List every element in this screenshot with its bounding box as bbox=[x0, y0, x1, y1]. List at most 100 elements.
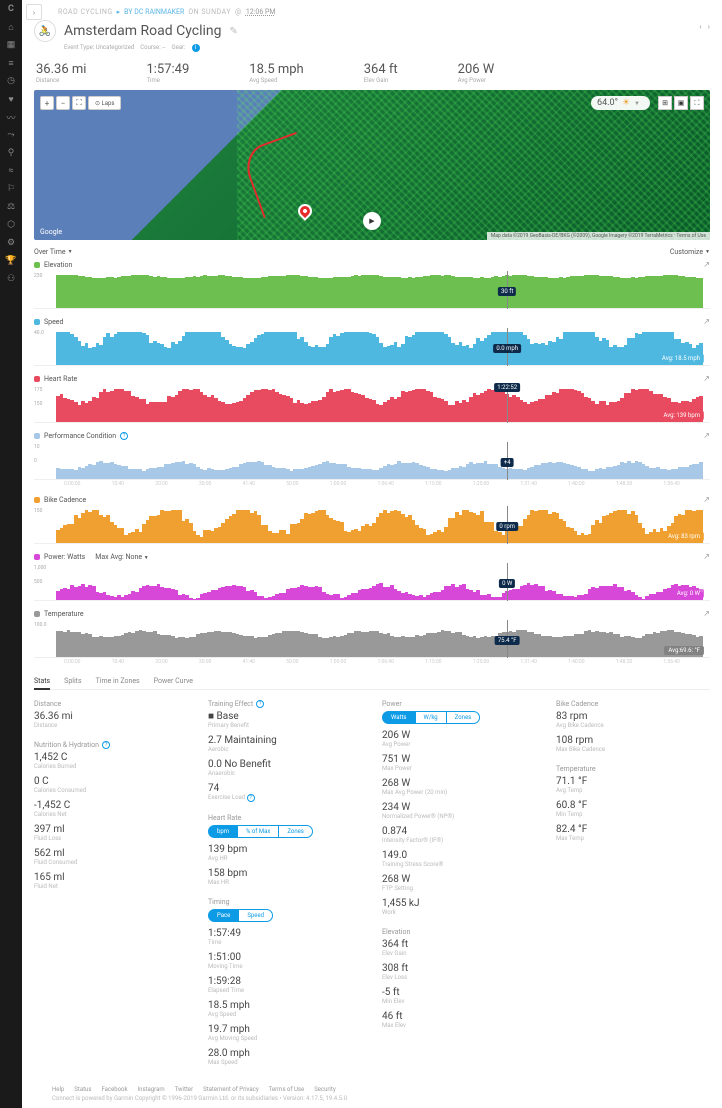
feed-icon[interactable]: ≡ bbox=[6, 58, 16, 68]
expand-chart-button[interactable]: ↗ bbox=[703, 609, 710, 618]
logo-icon[interactable]: C bbox=[6, 4, 16, 14]
next-activity-button[interactable]: › bbox=[708, 22, 710, 31]
layer-1-button[interactable]: ⊞ bbox=[658, 96, 672, 110]
chart-body[interactable]: 1,000500 0 WAvg: 0 W bbox=[34, 563, 710, 601]
zoom-out-button[interactable]: − bbox=[56, 96, 70, 110]
info-icon[interactable]: ? bbox=[256, 700, 264, 708]
footer-link-security[interactable]: Security bbox=[314, 1086, 336, 1093]
stat-item: 751 WMax Power bbox=[382, 754, 536, 772]
footer-link-help[interactable]: Help bbox=[52, 1086, 64, 1093]
footer-link-terms-of-use[interactable]: Terms of Use bbox=[269, 1086, 305, 1093]
footer-link-facebook[interactable]: Facebook bbox=[101, 1086, 127, 1093]
pill-bpm[interactable]: bpm bbox=[208, 825, 238, 838]
heart-icon[interactable]: ♥ bbox=[6, 94, 16, 104]
expand-chart-button[interactable]: ↗ bbox=[703, 431, 710, 440]
stat-label: Elev Gain bbox=[382, 950, 536, 957]
edit-title-button[interactable]: ✎ bbox=[230, 26, 238, 37]
stat-label: Fluid Consumed bbox=[34, 859, 188, 866]
pill-ofmax[interactable]: % of Max bbox=[238, 825, 279, 838]
chart-body[interactable]: 150 0 rpmAvg: 83 rpm bbox=[34, 506, 710, 544]
expand-chart-button[interactable]: ↗ bbox=[703, 552, 710, 561]
challenges-icon[interactable]: ◷ bbox=[6, 76, 16, 86]
info-icon[interactable]: ? bbox=[247, 794, 255, 802]
pill-wkg[interactable]: W/kg bbox=[416, 711, 447, 724]
stat-item: 71.1 °FAvg Temp bbox=[556, 776, 710, 794]
layer-2-button[interactable]: ▣ bbox=[674, 96, 688, 110]
weight-icon[interactable]: ⚖ bbox=[6, 202, 16, 212]
swim-icon[interactable]: ≈ bbox=[6, 166, 16, 176]
y-tick: 230 bbox=[34, 273, 42, 279]
stat-value: 108 rpm bbox=[556, 735, 710, 746]
stat-label: Work bbox=[382, 909, 536, 916]
home-icon[interactable]: ⌂ bbox=[6, 22, 16, 32]
info-icon[interactable]: ? bbox=[120, 432, 128, 440]
trophy-icon[interactable]: 🏆 bbox=[6, 256, 16, 266]
chart-body[interactable]: 175150 1:22:52Avg: 139 bpm bbox=[34, 385, 710, 423]
stat-heading: Elevation bbox=[382, 928, 536, 936]
map-icon[interactable]: ⚐ bbox=[6, 184, 16, 194]
chart-extra-label[interactable]: Max Avg: None ▼ bbox=[95, 553, 149, 561]
expand-nav-button[interactable]: › bbox=[26, 4, 42, 20]
chart-body[interactable]: 100.0 75.4 °FAvg:69.6: °F bbox=[34, 620, 710, 658]
pill-zones[interactable]: Zones bbox=[447, 711, 481, 724]
stats-tab-splits[interactable]: Splits bbox=[64, 677, 81, 685]
gear-icon[interactable]: ⚙ bbox=[6, 238, 16, 248]
chart-body[interactable]: 40.0 0.0 mphAvg: 18.5 mph bbox=[34, 328, 710, 366]
expand-chart-button[interactable]: ↗ bbox=[703, 260, 710, 269]
reports-icon[interactable]: ⬡ bbox=[6, 220, 16, 230]
run-icon[interactable]: ⤳ bbox=[6, 130, 16, 140]
overtime-tab[interactable]: Over Time▼ bbox=[34, 248, 73, 256]
stats-tab-time-in-zones[interactable]: Time in Zones bbox=[96, 677, 140, 685]
series-dot-icon bbox=[34, 611, 40, 617]
sun-icon: ☀ bbox=[622, 98, 630, 108]
weather-badge[interactable]: 64.0° ☀ ▼ bbox=[591, 96, 650, 110]
chart-tabbar: Over Time▼ Customize▼ bbox=[34, 248, 710, 256]
pill-speed[interactable]: Speed bbox=[239, 909, 273, 922]
chart-body[interactable]: 230 30 ft bbox=[34, 271, 710, 309]
footer-link-status[interactable]: Status bbox=[74, 1086, 91, 1093]
groups-icon[interactable]: ⚇ bbox=[6, 274, 16, 284]
stats-tab-power-curve[interactable]: Power Curve bbox=[154, 677, 193, 685]
pill-watts[interactable]: Watts bbox=[382, 711, 416, 724]
pill-pace[interactable]: Pace bbox=[208, 909, 239, 922]
prev-activity-button[interactable]: ‹ bbox=[699, 22, 701, 31]
time-link[interactable]: 12:06 PM bbox=[246, 8, 276, 16]
laps-button[interactable]: ⊙ Laps bbox=[88, 96, 121, 110]
expand-chart-button[interactable]: ↗ bbox=[703, 374, 710, 383]
stat-value: 364 ft bbox=[382, 939, 536, 950]
zoom-in-button[interactable]: + bbox=[40, 96, 54, 110]
customize-button[interactable]: Customize▼ bbox=[670, 248, 710, 256]
info-icon[interactable]: i bbox=[192, 44, 200, 52]
chart-title: Bike Cadence bbox=[44, 496, 86, 504]
temp-value: 64.0° bbox=[597, 98, 618, 108]
author-link[interactable]: BY DC RAINMAKER bbox=[124, 8, 184, 16]
stat-label: Elapsed Time bbox=[208, 987, 362, 994]
bike-icon[interactable]: ⚲ bbox=[6, 148, 16, 158]
stat-value: 36.36 mi bbox=[36, 62, 86, 77]
expand-chart-button[interactable]: ↗ bbox=[703, 495, 710, 504]
fullscreen-button[interactable]: ⛶ bbox=[72, 96, 86, 110]
footer-link-statement-of-privacy[interactable]: Statement of Privacy bbox=[203, 1086, 259, 1093]
chart-body[interactable]: 100 +4 bbox=[34, 442, 710, 480]
activity-nav: ‹ › bbox=[699, 22, 710, 31]
pill-zones[interactable]: Zones bbox=[279, 825, 313, 838]
play-route-button[interactable]: ▶ bbox=[363, 212, 381, 230]
layer-3-button[interactable]: ⛶ bbox=[690, 96, 704, 110]
activity-icon[interactable]: 〰 bbox=[6, 112, 16, 122]
activity-map[interactable]: + − ⛶ ⊙ Laps 64.0° ☀ ▼ ⊞ ▣ ⛶ ▶ Google Ma… bbox=[34, 90, 710, 240]
stats-tab-stats[interactable]: Stats bbox=[34, 677, 50, 685]
expand-chart-button[interactable]: ↗ bbox=[703, 317, 710, 326]
footer-link-twitter[interactable]: Twitter bbox=[175, 1086, 194, 1093]
stat-item: 0 CCalories Consumed bbox=[34, 776, 188, 794]
stat-item: 0.0 No BenefitAnaerobic bbox=[208, 759, 362, 777]
activity-title: Amsterdam Road Cycling bbox=[64, 23, 222, 39]
chart-title: Heart Rate bbox=[44, 375, 77, 383]
stat-value: 234 W bbox=[382, 802, 536, 813]
calendar-icon[interactable]: ▦ bbox=[6, 40, 16, 50]
y-tick: 175 bbox=[34, 387, 42, 393]
footer-link-instagram[interactable]: Instagram bbox=[138, 1086, 165, 1093]
series-dot-icon bbox=[34, 433, 40, 439]
info-icon[interactable]: ? bbox=[102, 741, 110, 749]
stat-item: 364 ftElev Gain bbox=[382, 939, 536, 957]
stat-label: Anaerobic bbox=[208, 770, 362, 777]
